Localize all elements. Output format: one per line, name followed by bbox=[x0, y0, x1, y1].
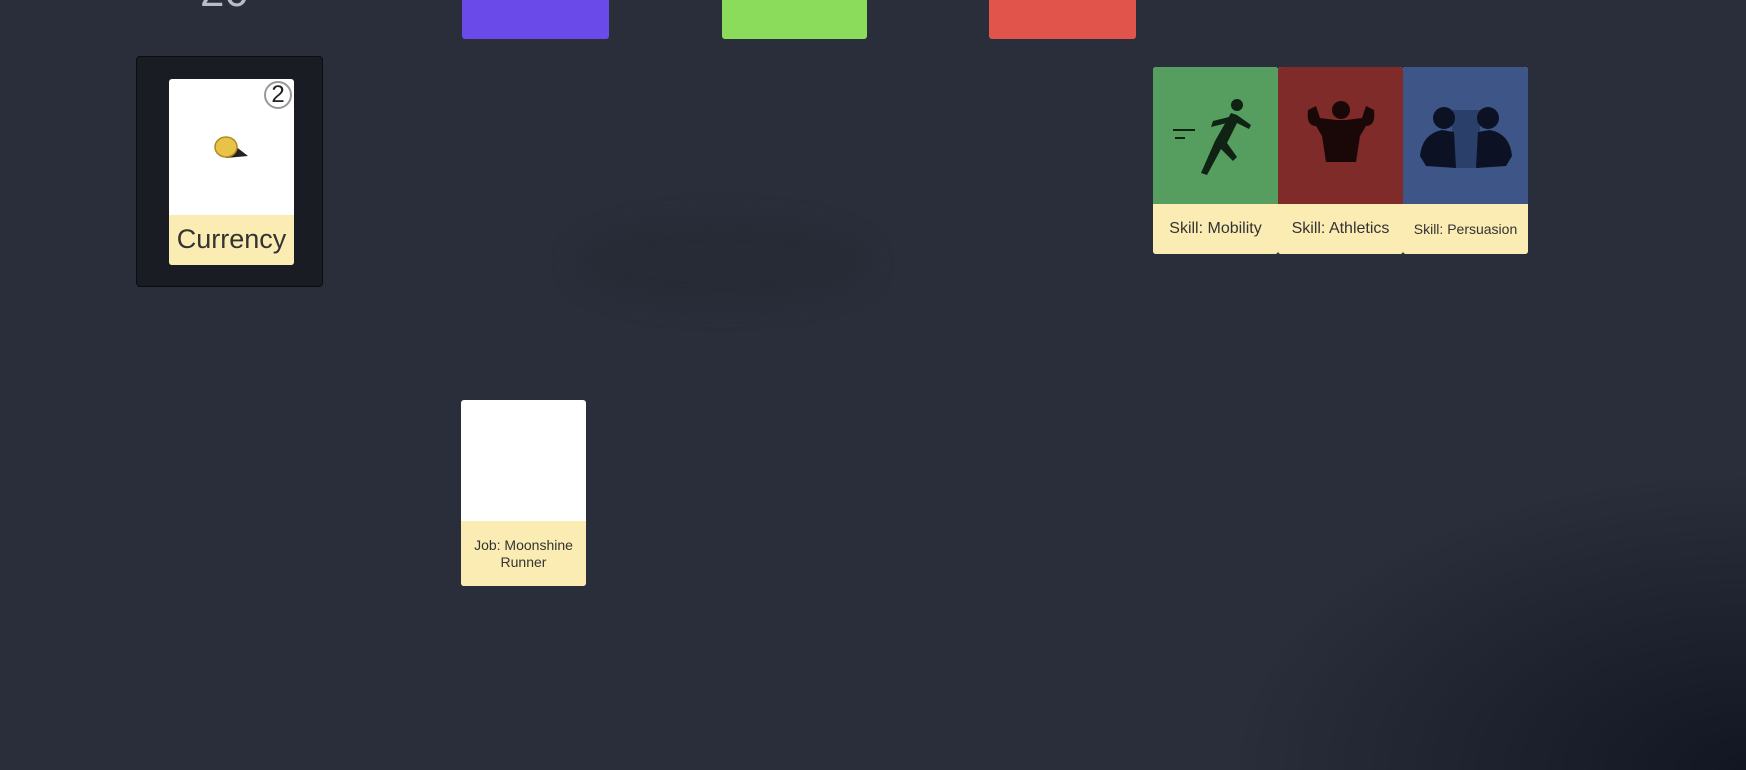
card-art bbox=[1403, 67, 1528, 204]
currency-card[interactable]: 2 Currency bbox=[169, 79, 294, 265]
runner-icon bbox=[1172, 98, 1251, 175]
card-art bbox=[1278, 67, 1403, 204]
currency-slot[interactable]: 2 Currency bbox=[136, 56, 323, 287]
coin-icon bbox=[213, 136, 248, 158]
skill-cards-row: Skill: Mobility Skill: Athletics Skill: … bbox=[1153, 67, 1528, 254]
card-label: Currency bbox=[169, 215, 294, 265]
card-art bbox=[1153, 67, 1278, 204]
drop-zone-shadow bbox=[575, 220, 870, 305]
green-deck-button[interactable] bbox=[722, 0, 867, 39]
job-card[interactable]: Job: Moonshine Runner bbox=[461, 400, 586, 586]
card-art bbox=[461, 400, 586, 521]
skill-card-athletics[interactable]: Skill: Athletics bbox=[1278, 67, 1403, 254]
two-people-talking-icon bbox=[1419, 106, 1512, 168]
card-label: Skill: Athletics bbox=[1278, 204, 1403, 254]
card-label: Skill: Mobility bbox=[1153, 204, 1278, 254]
card-art: 2 bbox=[169, 79, 294, 215]
flexing-strongman-icon bbox=[1307, 100, 1374, 162]
card-label: Skill: Persuasion bbox=[1403, 204, 1528, 254]
count-badge: 2 bbox=[264, 81, 292, 109]
counter-text: 20 bbox=[200, 0, 249, 14]
skill-card-mobility[interactable]: Skill: Mobility bbox=[1153, 67, 1278, 254]
red-deck-button[interactable] bbox=[989, 0, 1136, 39]
skill-card-persuasion[interactable]: Skill: Persuasion bbox=[1403, 67, 1528, 254]
purple-deck-button[interactable] bbox=[462, 0, 609, 39]
card-label: Job: Moonshine Runner bbox=[461, 521, 586, 586]
